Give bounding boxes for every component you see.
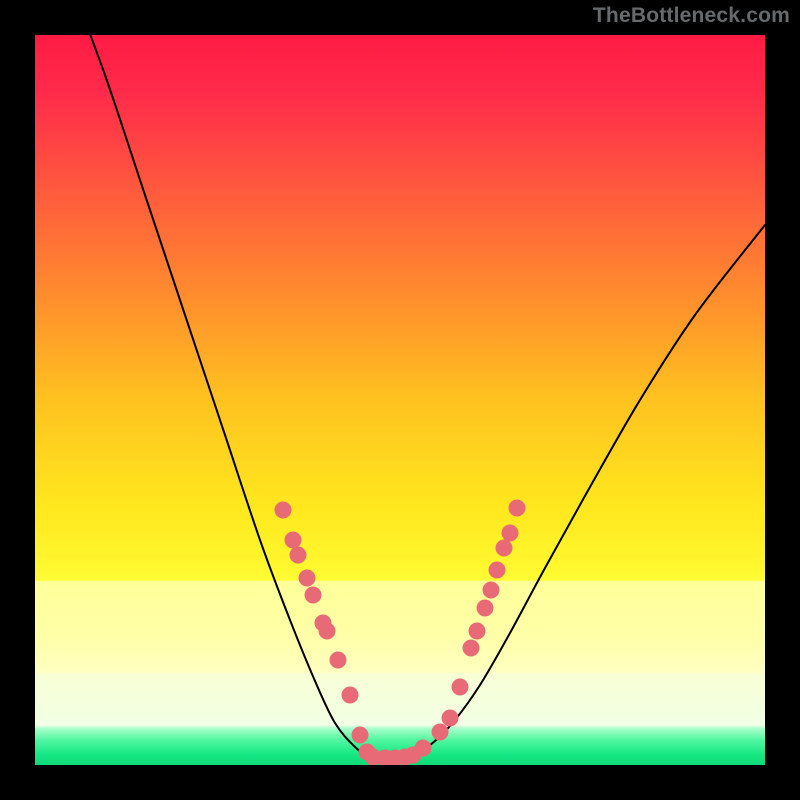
data-point-marker	[509, 500, 526, 517]
data-point-marker	[342, 687, 359, 704]
data-point-marker	[305, 587, 322, 604]
data-point-marker	[285, 532, 302, 549]
watermark-text: TheBottleneck.com	[593, 4, 790, 28]
data-point-marker	[319, 623, 336, 640]
data-point-marker	[442, 710, 459, 727]
data-point-marker	[352, 727, 369, 744]
curve-line	[75, 35, 765, 760]
data-point-marker	[496, 540, 513, 557]
data-point-marker	[452, 679, 469, 696]
data-point-marker	[489, 562, 506, 579]
data-point-marker	[432, 724, 449, 741]
data-point-marker	[299, 570, 316, 587]
data-point-marker	[469, 623, 486, 640]
data-point-marker	[483, 582, 500, 599]
plot-area	[35, 35, 765, 765]
data-point-marker	[477, 600, 494, 617]
data-point-marker	[463, 640, 480, 657]
data-point-marker	[330, 652, 347, 669]
data-point-marker	[502, 525, 519, 542]
chart-frame: TheBottleneck.com	[0, 0, 800, 800]
data-point-marker	[275, 502, 292, 519]
bottleneck-curve	[35, 35, 765, 765]
data-point-marker	[415, 740, 432, 757]
data-point-marker	[290, 547, 307, 564]
curve-markers	[275, 500, 526, 766]
